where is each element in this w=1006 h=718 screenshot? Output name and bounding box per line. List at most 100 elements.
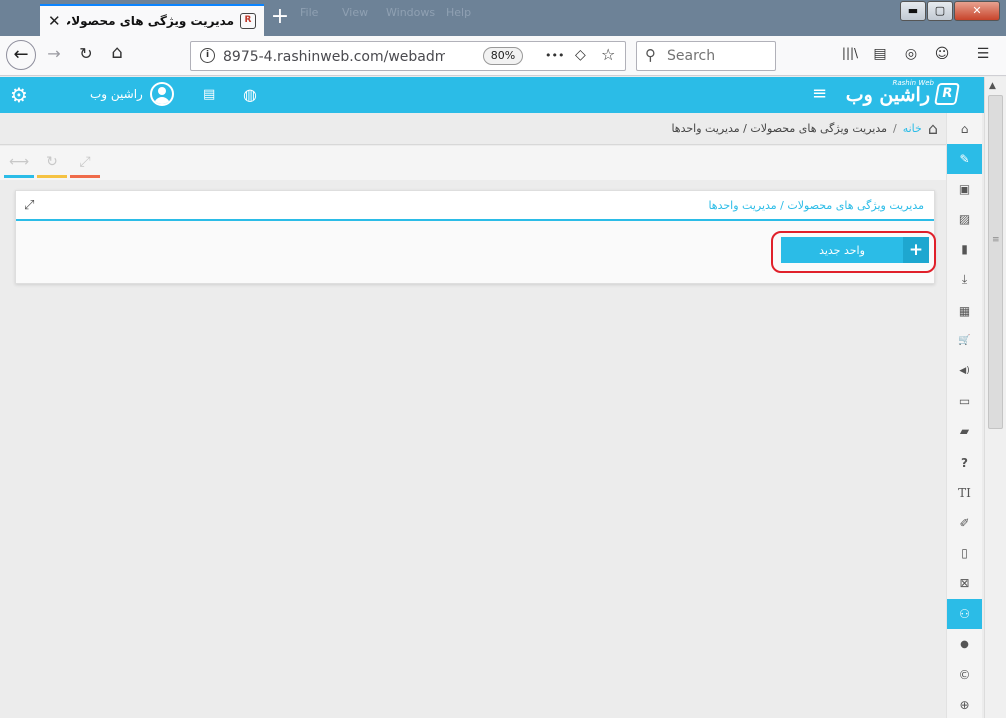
panel-header: ⤢ مدیریت ویژگی های محصولات / مدیریت واحد… [16,191,934,221]
sidebar-item-book[interactable]: ▰ [947,416,982,446]
page-actions-icon[interactable]: ••• [545,49,564,62]
sidebar-item-excel[interactable]: ⊠ [947,568,982,598]
reload-button-icon[interactable]: ↻ [75,44,97,63]
pencil-icon: ✎ [959,152,970,166]
document-icon: ▮ [961,242,968,256]
window-titlebar: File View Windows Help R مدیریت ویژگی ها… [0,0,1006,36]
sidebar-item-add-user[interactable]: ⊕ [947,690,982,718]
browser-navbar: ← → ↻ ⌂ i 8975-4.rashinweb.com/webadmin/… [0,36,1006,76]
home-button-icon[interactable]: ⌂ [106,42,128,63]
page-scrollbar[interactable]: ▲ ≡ [984,77,1006,718]
newspaper-icon: ▣ [958,182,971,196]
new-tab-button[interactable]: + [268,6,292,30]
widget-tools-bar: ⟷ ↻ ⤢ [0,146,946,180]
blank-page-icon: ▯ [961,546,968,560]
window-close-button[interactable]: ✕ [954,1,1000,21]
sidebar-item-document[interactable]: ▮ [947,234,982,264]
id-card-icon[interactable]: ▤ [203,87,215,102]
monitor-icon: ▭ [958,394,971,408]
ghost-menu-file: File [300,6,319,19]
address-bar[interactable]: i 8975-4.rashinweb.com/webadmin/Es 80% •… [190,41,626,71]
pin-icon: ✐ [959,516,970,530]
search-input[interactable] [667,48,767,64]
forward-button-icon[interactable]: → [43,44,65,63]
collapse-tool[interactable]: ⟷ [4,152,34,178]
address-url[interactable]: 8975-4.rashinweb.com/webadmin/Es [223,49,445,65]
sidebar-item-faq[interactable]: ? [947,448,982,478]
ghost-menu-view: View [342,6,369,19]
book-icon: ▰ [959,424,970,438]
add-new-unit-button[interactable]: + واحد جدید [781,237,929,263]
speaker-icon: ◀) [959,366,970,376]
browser-tab-active[interactable]: R مدیریت ویژگی های محصولات / مدیر ✕ [40,4,264,36]
question-icon: ? [961,456,968,470]
sidebar-item-users-group[interactable]: ⚇ [947,599,982,629]
sidebar-item-user[interactable]: ● [947,630,982,660]
sidebar-toggle-icon[interactable]: ▤ [870,46,890,62]
image-icon: ▨ [958,212,971,226]
pocket-icon[interactable]: ◇ [575,47,586,63]
bookmark-star-icon[interactable]: ☆ [601,45,615,64]
sidebar-item-news[interactable]: ▣ [947,174,982,204]
sidebar-item-copyright[interactable]: © [947,660,982,690]
extension-globe-icon[interactable]: ◎ [901,46,921,62]
sidebar-item-cart[interactable]: 🛒 [947,326,982,356]
shopping-cart-icon: 🛒 [958,335,971,346]
text-size-icon: TI [958,486,971,500]
sidebar-item-page[interactable]: ▯ [947,538,982,568]
window-minimize-button[interactable]: ▬ [900,1,926,21]
tab-close-icon[interactable]: ✕ [48,12,61,30]
avatar-head [158,87,166,95]
account-icon[interactable]: ☺ [932,46,952,62]
logo-mark-icon: R [934,83,960,105]
website-globe-icon[interactable]: ◍ [243,85,257,104]
tab-title: مدیریت ویژگی های محصولات / مدیر [67,14,234,28]
breadcrumb-current-path: مدیریت ویژگی های محصولات / مدیریت واحدها [671,122,887,135]
breadcrumb-home-link[interactable]: خانه [903,122,922,135]
breadcrumb: ⌂ خانه / مدیریت ویژگی های محصولات / مدیر… [0,113,946,145]
user-name[interactable]: راشین وب [90,87,143,101]
refresh-tool-underline [37,175,67,178]
browser-menu-icon[interactable]: ☰ [973,46,993,62]
collapse-arrows-icon: ⟷ [8,154,30,170]
refresh-tool[interactable]: ↻ [37,152,67,178]
sidebar-item-gallery[interactable]: ▨ [947,204,982,234]
panel-expand-icon[interactable]: ⤢ [24,198,34,213]
fullscreen-tool[interactable]: ⤢ [70,152,100,178]
add-button-label: واحد جدید [819,243,865,257]
site-info-icon[interactable]: i [200,48,215,63]
sidebar-item-pin[interactable]: ✐ [947,508,982,538]
sidebar-item-audio[interactable]: ◀) [947,356,982,386]
download-icon: ⤓ [961,272,968,286]
window-maximize-button[interactable]: ▢ [927,1,953,21]
sidebar-item-video[interactable]: ▦ [947,296,982,326]
plus-icon: + [903,237,929,263]
user-avatar-icon[interactable] [150,82,174,106]
collapse-tool-underline [4,175,34,178]
film-icon: ▦ [958,304,971,318]
scroll-up-arrow-icon[interactable]: ▲ [989,81,996,91]
brand-logo[interactable]: Rashin Web راشین وب R [846,79,960,109]
home-icon: ⌂ [960,122,969,136]
units-panel: ⤢ مدیریت ویژگی های محصولات / مدیریت واحد… [15,190,936,284]
settings-gear-icon[interactable]: ⚙ [10,83,28,107]
excel-file-icon: ⊠ [959,576,970,590]
back-button-icon[interactable]: ← [6,40,36,70]
fullscreen-icon: ⤢ [79,154,91,170]
search-box[interactable]: ⚲ [636,41,776,71]
admin-sidebar: ⌂ ✎ ▣ ▨ ▮ ⤓ ▦ 🛒 ◀) ▭ ▰ ? TI ✐ ▯ ⊠ ⚇ ● © … [946,113,982,718]
ghost-menu-windows: Windows [386,6,436,19]
breadcrumb-home-icon[interactable]: ⌂ [928,119,938,138]
sidebar-item-home[interactable]: ⌂ [947,114,982,144]
scroll-thumb[interactable]: ≡ [988,95,1003,429]
copyright-icon: © [958,668,971,682]
sidebar-item-text[interactable]: TI [947,478,982,508]
panel-title: مدیریت ویژگی های محصولات / مدیریت واحدها [708,199,924,212]
sidebar-item-monitor[interactable]: ▭ [947,386,982,416]
menu-toggle-icon[interactable]: ≡ [812,83,827,104]
sidebar-item-edit[interactable]: ✎ [947,144,982,174]
sidebar-item-download[interactable]: ⤓ [947,264,982,294]
search-icon: ⚲ [645,46,656,64]
zoom-level-badge[interactable]: 80% [483,47,523,65]
library-icon[interactable]: |||\ [840,46,860,60]
